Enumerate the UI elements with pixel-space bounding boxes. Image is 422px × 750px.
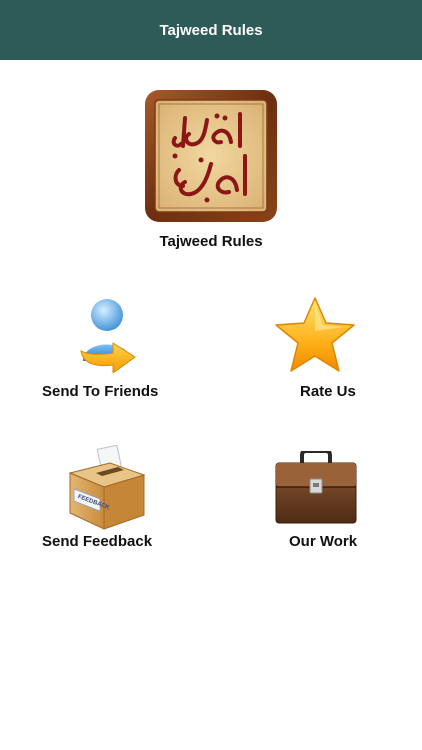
star-icon	[273, 295, 357, 375]
our-work-label: Our Work	[289, 533, 358, 550]
app-logo[interactable]	[145, 90, 277, 222]
our-work-button[interactable]: Our Work	[260, 445, 380, 555]
rate-us-button[interactable]: Rate Us	[260, 295, 380, 405]
contact-share-icon	[75, 295, 137, 374]
send-feedback-label: Send Feedback	[42, 533, 153, 550]
tajweed-calligraphy-logo-icon	[145, 90, 277, 222]
send-to-friends-button[interactable]: Send To Friends	[40, 295, 180, 405]
rate-us-label: Rate Us	[300, 383, 356, 400]
feedback-box-icon: FEEDBACK	[66, 444, 146, 531]
app-name-label: Tajweed Rules	[159, 233, 263, 250]
nav-bar: Tajweed Rules	[0, 0, 422, 60]
send-to-friends-label: Send To Friends	[42, 383, 159, 400]
nav-title: Tajweed Rules	[159, 21, 263, 39]
briefcase-icon	[274, 449, 358, 525]
send-feedback-button[interactable]: FEEDBACK Send Feedback	[40, 444, 180, 555]
